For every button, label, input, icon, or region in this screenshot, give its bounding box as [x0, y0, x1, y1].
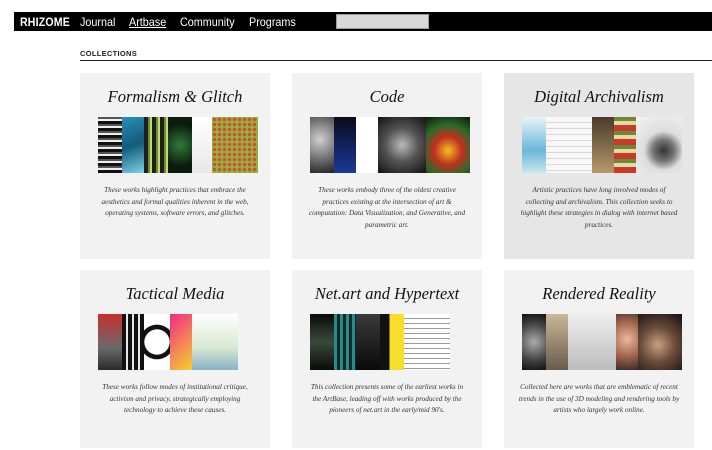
collection-title[interactable]: Net.art and Hypertext — [292, 284, 482, 304]
nav-item-community[interactable]: Community — [180, 15, 235, 29]
collection-thumbnails[interactable] — [98, 117, 258, 173]
collection-title[interactable]: Tactical Media — [80, 284, 270, 304]
thumbnail-image — [522, 117, 546, 173]
thumbnail-image — [98, 117, 122, 173]
collection-description: These works highlight practices that emb… — [101, 186, 249, 218]
thumbnail-image — [636, 117, 682, 173]
thumbnail-image — [356, 314, 380, 370]
collection-card-formalism-glitch[interactable]: Formalism & Glitch These works highlight… — [80, 73, 270, 259]
nav-item-journal[interactable]: Journal — [80, 15, 115, 29]
collection-card-code[interactable]: Code These works embody three of the old… — [292, 73, 482, 259]
thumbnail-image — [212, 117, 258, 173]
thumbnail-image — [98, 314, 122, 370]
thumbnail-image — [334, 117, 356, 173]
thumbnail-image — [122, 117, 144, 173]
thumbnail-image — [616, 314, 638, 370]
collection-card-rendered-reality[interactable]: Rendered Reality Collected here are work… — [504, 270, 694, 448]
site-logo[interactable]: RHIZOME — [20, 15, 70, 29]
thumbnail-image — [192, 314, 238, 370]
thumbnail-image — [122, 314, 144, 370]
thumbnail-image — [638, 314, 682, 370]
thumbnail-image — [614, 117, 636, 173]
thumbnail-image — [192, 117, 212, 173]
thumbnail-image — [426, 117, 470, 173]
nav-item-programs[interactable]: Programs — [249, 15, 296, 29]
collection-thumbnails[interactable] — [522, 314, 682, 370]
collection-description: Collected here are works that are emblem… — [518, 383, 680, 415]
thumbnail-image — [568, 314, 616, 370]
nav-item-artbase[interactable]: Artbase — [129, 15, 166, 29]
collection-title[interactable]: Digital Archivalism — [504, 87, 694, 107]
collection-thumbnails[interactable] — [310, 117, 470, 173]
collection-description: This collection presents some of the ear… — [310, 383, 464, 415]
collection-thumbnails[interactable] — [522, 117, 682, 173]
collection-title[interactable]: Code — [292, 87, 482, 107]
thumbnail-image — [310, 117, 334, 173]
collection-title[interactable]: Formalism & Glitch — [80, 87, 270, 107]
collection-description: Artistic practices have long involved mo… — [520, 186, 678, 229]
collection-thumbnails[interactable] — [310, 314, 470, 370]
thumbnail-image — [522, 314, 546, 370]
thumbnail-image — [310, 314, 334, 370]
thumbnail-image — [592, 117, 614, 173]
thumbnail-image — [380, 314, 404, 370]
thumbnail-image — [356, 117, 378, 173]
thumbnail-image — [170, 314, 192, 370]
collection-card-digital-archivalism[interactable]: Digital Archivalism Artistic practices h… — [504, 73, 694, 259]
section-divider — [80, 60, 712, 61]
collection-card-tactical-media[interactable]: Tactical Media These works follow modes … — [80, 270, 270, 448]
collection-thumbnails[interactable] — [98, 314, 258, 370]
collection-card-net-art-hypertext[interactable]: Net.art and Hypertext This collection pr… — [292, 270, 482, 448]
thumbnail-image — [404, 314, 450, 370]
thumbnail-image — [144, 314, 170, 370]
thumbnail-image — [378, 117, 426, 173]
thumbnail-image — [168, 117, 192, 173]
thumbnail-image — [144, 117, 168, 173]
collection-description: These works follow modes of institutiona… — [102, 383, 248, 415]
collection-title[interactable]: Rendered Reality — [504, 284, 694, 304]
thumbnail-image — [546, 314, 568, 370]
thumbnail-image — [546, 117, 592, 173]
top-nav-bar: RHIZOME Journal Artbase Community Progra… — [14, 12, 712, 31]
section-title: COLLECTIONS — [80, 49, 138, 58]
search-input[interactable] — [336, 14, 429, 29]
thumbnail-image — [334, 314, 356, 370]
collection-description: These works embody three of the oldest c… — [308, 186, 466, 229]
